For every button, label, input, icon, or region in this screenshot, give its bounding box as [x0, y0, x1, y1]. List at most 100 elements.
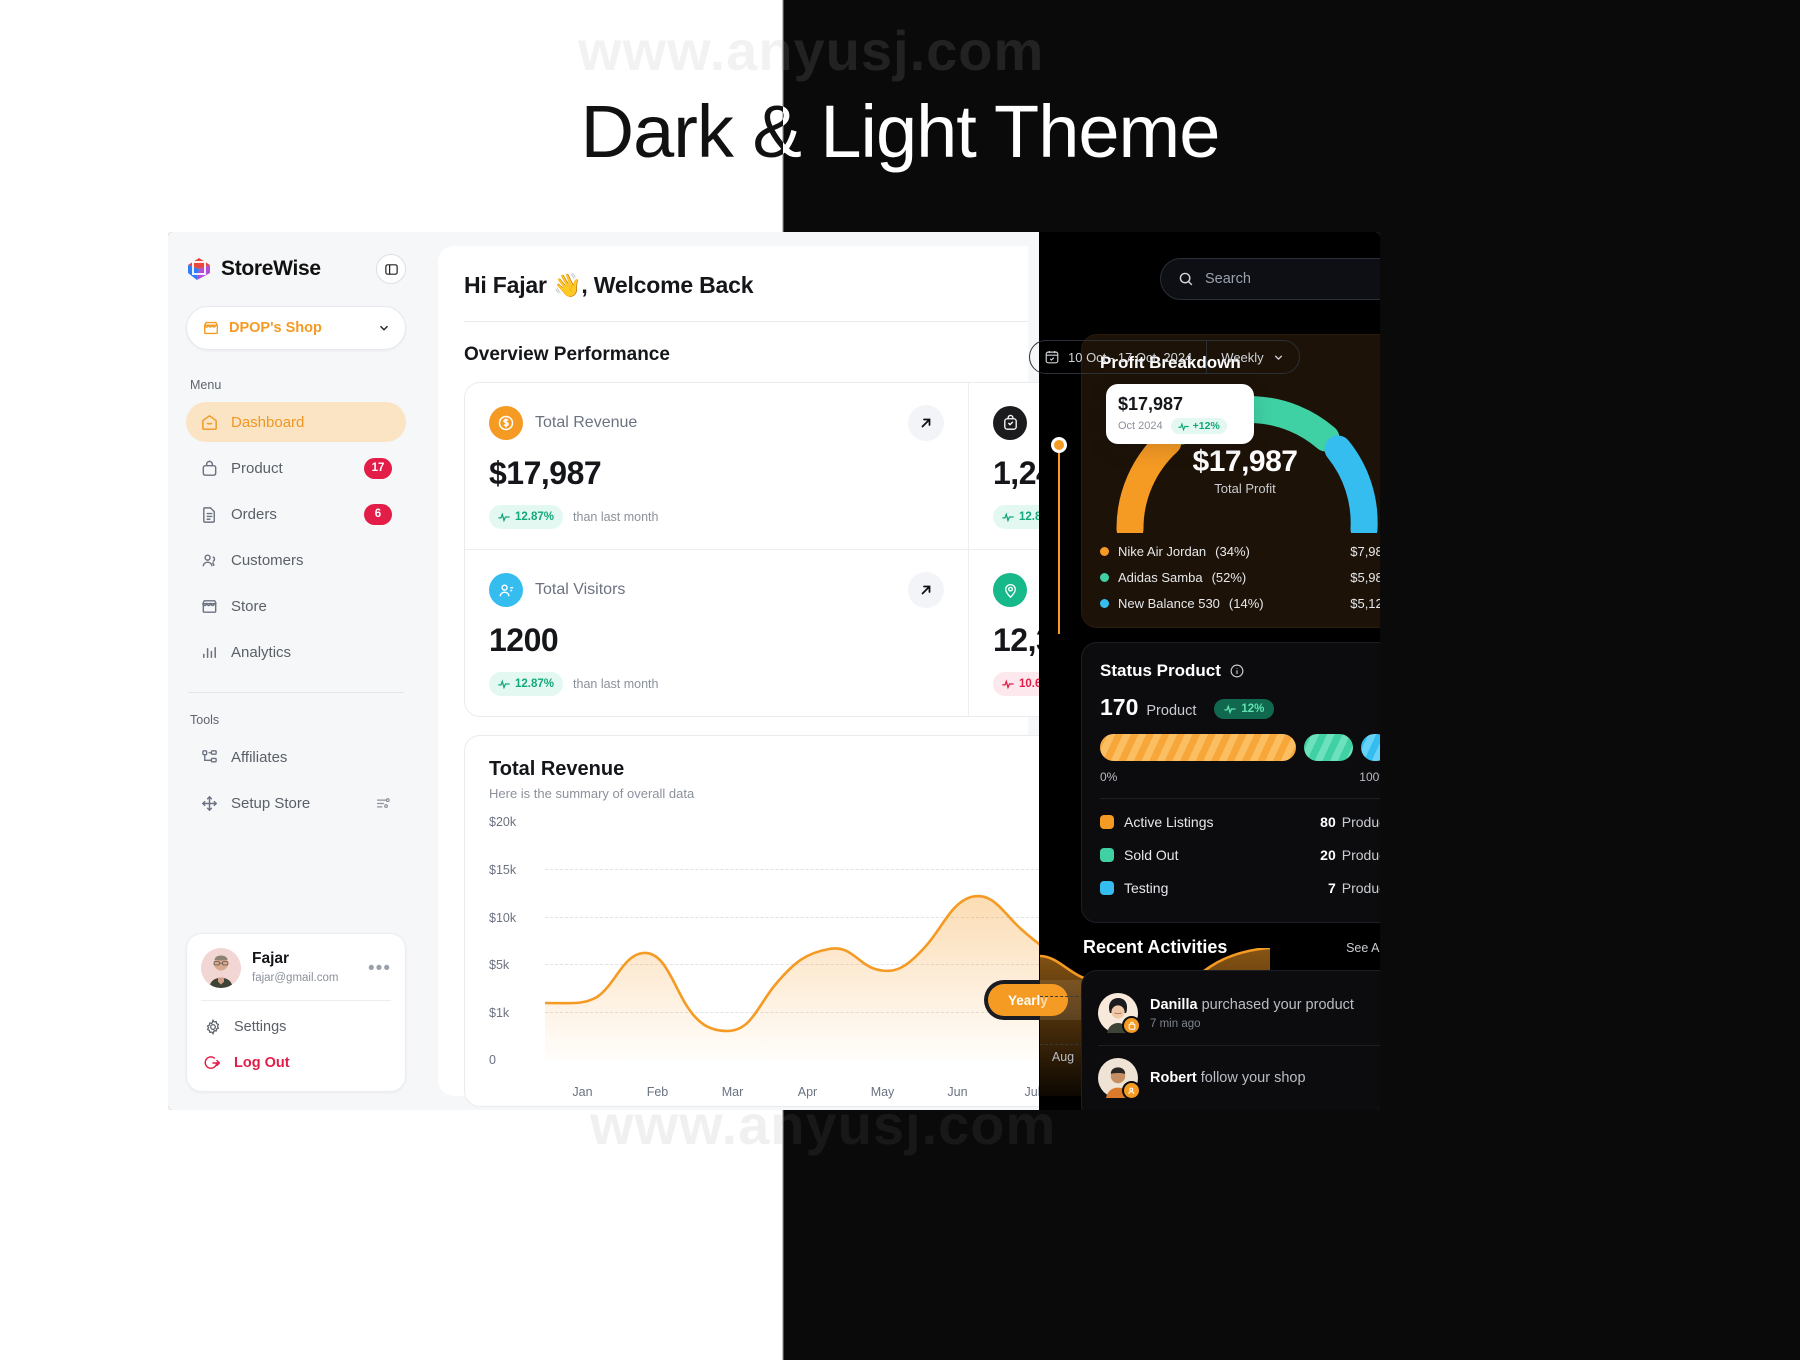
sidebar: StoreWise DPOP's Shop Menu Dashboard Pro… — [168, 232, 424, 1110]
profile-name: Fajar — [252, 950, 290, 968]
trend-note: than last month — [573, 510, 659, 524]
activity-action: purchased your product — [1201, 997, 1354, 1013]
y-tick-15k: $15k — [489, 863, 517, 877]
title-divider — [464, 321, 1028, 322]
sidebar-item-customers[interactable]: Customers — [186, 540, 406, 580]
status-list-item: Active Listings 80 Product — [1100, 805, 1380, 838]
sidebar-item-label: Store — [231, 597, 267, 615]
chevron-down-icon — [1272, 351, 1285, 364]
logout-menu-item[interactable]: Log Out — [201, 1045, 391, 1081]
see-all-button[interactable]: See All — [1346, 940, 1380, 955]
legend-color-dot — [1100, 599, 1109, 608]
activity-divider — [1098, 1045, 1380, 1046]
activity-row[interactable]: Danilla purchased your product 7 min ago — [1098, 985, 1380, 1041]
sidebar-collapse-button[interactable] — [376, 254, 406, 284]
x-tick: Aug — [1051, 1050, 1075, 1064]
status-item-unit: Product — [1341, 879, 1380, 896]
y-tick-5k: $5k — [489, 958, 510, 972]
status-item-count: 7 — [1327, 879, 1336, 896]
status-count-word: Product — [1146, 703, 1197, 719]
search-input[interactable]: Search — [1160, 258, 1380, 300]
status-header: Status Product — [1100, 661, 1380, 681]
scale-min: 0% — [1100, 770, 1118, 784]
avatar — [1098, 993, 1141, 1035]
legend-amount: $5,980 — [1350, 570, 1380, 585]
stat-trend: 12.87% than last month — [489, 672, 944, 696]
x-tick: Mar — [721, 1085, 744, 1099]
sidebar-divider — [188, 692, 404, 693]
activity-user: Danilla — [1150, 997, 1198, 1013]
gear-icon — [203, 1018, 222, 1037]
content-sheet: Hi Fajar 👋, Welcome Back Overview Perfor… — [438, 246, 1380, 1107]
move-icon — [200, 794, 219, 813]
users-icon — [200, 551, 219, 570]
x-tick: Jan — [572, 1085, 593, 1099]
sidebar-item-setup-store[interactable]: Setup Store — [186, 783, 406, 823]
y-tick-0: 0 — [489, 1053, 496, 1067]
page-title: Hi Fajar 👋, Welcome Back — [464, 272, 754, 298]
more-horizontal-icon[interactable]: ••• — [368, 959, 391, 978]
tooltip-delta-value: +12% — [1192, 420, 1220, 432]
revenue-title: Total Revenue — [489, 758, 625, 780]
see-all-label: See All — [1346, 940, 1380, 955]
x-tick: Jun — [947, 1085, 968, 1099]
status-item-qty: 7 Product — [1328, 880, 1380, 896]
date-range-button[interactable]: 10 Oct - 17 Oct, 2024 — [1030, 341, 1206, 373]
chevron-down-icon — [377, 321, 391, 335]
x-tick: Apr — [797, 1085, 818, 1099]
tools-section-label: Tools — [190, 713, 220, 727]
profile-divider — [201, 1000, 391, 1001]
progress-bar-active-listings — [1100, 734, 1296, 761]
period-selector[interactable]: Weekly — [1207, 341, 1298, 373]
user-profile-card: Fajar fajar@gmail.com ••• Settings Log O… — [186, 933, 406, 1092]
activity-row[interactable]: Robert follow your shop — [1098, 1050, 1380, 1106]
hierarchy-icon — [200, 748, 219, 767]
logout-icon — [203, 1054, 222, 1073]
settings-menu-item[interactable]: Settings — [201, 1009, 391, 1045]
sidebar-item-analytics[interactable]: Analytics — [186, 632, 406, 672]
sidebar-item-store[interactable]: Store — [186, 586, 406, 626]
stat-card-total-revenue[interactable]: Total Revenue $17,987 12.87% than last m… — [465, 383, 969, 550]
logout-label: Log Out — [234, 1055, 290, 1071]
avatar — [1098, 1058, 1141, 1100]
date-range-control: 10 Oct - 17 Oct, 2024 Weekly — [1029, 340, 1300, 374]
trend-chip: 10.65% — [993, 672, 1068, 696]
stat-label: Total Revenue — [535, 414, 638, 431]
status-item-count: 20 — [1320, 846, 1336, 863]
sliders-icon[interactable] — [375, 795, 392, 812]
stat-value: 1200 — [489, 622, 559, 658]
status-chip: 12% — [1214, 699, 1275, 719]
trend-note: than last month — [573, 677, 659, 691]
chart-tooltip: $17,987 Oct 2024 +12% — [1106, 384, 1254, 444]
arrow-up-right-icon[interactable] — [908, 572, 944, 608]
pin-user-icon — [993, 573, 1027, 607]
sidebar-item-dashboard[interactable]: Dashboard — [186, 402, 406, 442]
trend-value: 10.65% — [1019, 678, 1059, 690]
overview-title: Overview Performance — [464, 344, 670, 365]
gauge-center-labels: $17,987 Total Profit — [1100, 445, 1380, 496]
legend-pct: (14%) — [1228, 596, 1264, 611]
sidebar-item-affiliates[interactable]: Affiliates — [186, 737, 406, 777]
bar-chart-icon — [200, 643, 219, 662]
right-panel: Profit Breakdown $17,987 Total Profit Ni… — [1081, 334, 1380, 1110]
activity-text-block: Robert follow your shop — [1150, 1069, 1306, 1087]
info-icon[interactable] — [1229, 663, 1245, 679]
recent-activities-title: Recent Activities — [1083, 937, 1228, 957]
tooltip-meta: Oct 2024 +12% — [1118, 418, 1242, 434]
sidebar-item-product[interactable]: Product 17 — [186, 448, 406, 488]
chart-hover-line — [1058, 444, 1060, 634]
status-color-swatch — [1100, 814, 1114, 829]
profit-legend-item: Adidas Samba (52%) $5,980 — [1100, 570, 1380, 585]
arrow-up-right-icon[interactable] — [908, 405, 944, 441]
profile-email: fajar@gmail.com — [252, 971, 339, 984]
x-tick: May — [870, 1085, 895, 1099]
overview-header: Overview Performance — [464, 344, 1028, 366]
tooltip-delta: +12% — [1170, 418, 1227, 434]
y-tick-1k: $1k — [489, 1006, 510, 1020]
activity-user: Robert — [1150, 1070, 1197, 1086]
settings-label: Settings — [234, 1019, 287, 1035]
status-count: 170 — [1100, 694, 1139, 720]
sidebar-item-orders[interactable]: Orders 6 — [186, 494, 406, 534]
stat-card-total-visitors[interactable]: Total Visitors 1200 12.87% than last mon… — [465, 550, 969, 716]
shop-selector[interactable]: DPOP's Shop — [186, 306, 406, 350]
